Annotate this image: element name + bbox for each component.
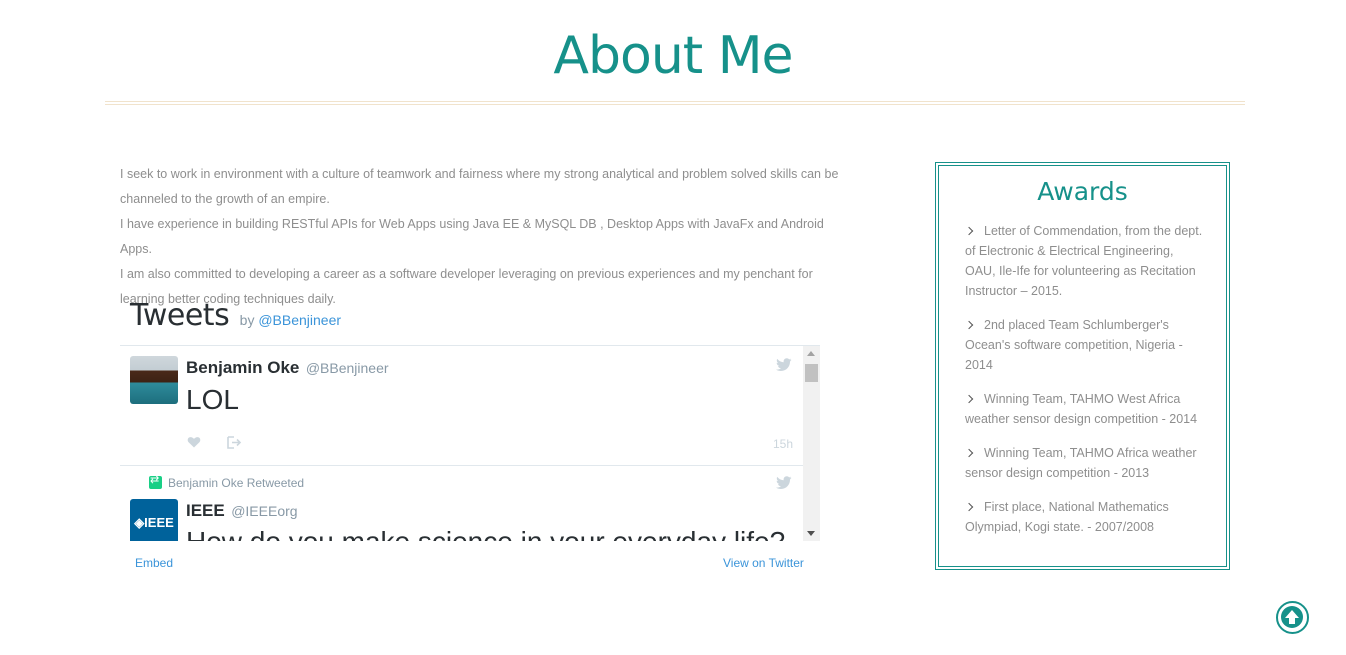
tweet-author[interactable]: IEEE @IEEEorg <box>186 501 298 521</box>
retweet-label[interactable]: Benjamin Oke Retweeted <box>168 476 304 490</box>
award-item: Letter of Commendation, from the dept. o… <box>964 221 1205 301</box>
tweet-text: How do you make science in your everyday… <box>186 526 785 541</box>
embed-link[interactable]: Embed <box>135 556 173 570</box>
scrollbar-thumb[interactable] <box>805 364 818 382</box>
author-name[interactable]: IEEE <box>186 501 225 520</box>
chevron-right-icon <box>964 394 974 404</box>
tweet-timestamp[interactable]: 15h <box>773 437 793 451</box>
heart-icon[interactable] <box>187 435 201 449</box>
timeline-scrollbar[interactable] <box>803 346 820 541</box>
tweets-handle-link[interactable]: @BBenjineer <box>258 312 341 328</box>
tweet-author[interactable]: Benjamin Oke @BBenjineer <box>186 358 389 378</box>
scroll-down-arrow-icon[interactable] <box>807 531 815 536</box>
retweet-icon <box>149 473 162 489</box>
view-on-twitter-link[interactable]: View on Twitter <box>723 556 804 570</box>
award-text: Winning Team, TAHMO Africa weather senso… <box>965 446 1197 480</box>
award-list: Letter of Commendation, from the dept. o… <box>964 221 1205 551</box>
twitter-bird-icon[interactable] <box>776 476 792 490</box>
tweets-header: Tweets by @BBenjineer <box>130 298 341 333</box>
about-line: I seek to work in environment with a cul… <box>120 167 839 206</box>
tweets-title: Tweets <box>130 298 230 333</box>
twitter-bird-icon[interactable] <box>776 358 792 372</box>
tweets-by-label: by <box>239 312 255 328</box>
award-item: 2nd placed Team Schlumberger's Ocean's s… <box>964 315 1205 375</box>
share-icon[interactable] <box>227 436 242 449</box>
chevron-right-icon <box>964 320 974 330</box>
author-handle[interactable]: @IEEEorg <box>231 503 297 519</box>
about-paragraph: I seek to work in environment with a cul… <box>120 162 850 312</box>
author-handle[interactable]: @BBenjineer <box>306 360 389 376</box>
award-text: First place, National Mathematics Olympi… <box>965 500 1169 534</box>
award-text: Letter of Commendation, from the dept. o… <box>965 224 1203 298</box>
award-item: Winning Team, TAHMO Africa weather senso… <box>964 443 1205 483</box>
about-line: I have experience in building RESTful AP… <box>120 217 824 256</box>
tweets-by: by @BBenjineer <box>240 312 341 328</box>
chevron-right-icon <box>964 502 974 512</box>
title-divider <box>105 104 1245 105</box>
award-text: 2nd placed Team Schlumberger's Ocean's s… <box>965 318 1183 372</box>
chevron-right-icon <box>964 448 974 458</box>
twitter-timeline[interactable]: Benjamin Oke @BBenjineer LOL 15h Benjami… <box>120 345 820 541</box>
awards-panel: Awards Letter of Commendation, from the … <box>935 162 1230 570</box>
award-item: First place, National Mathematics Olympi… <box>964 497 1205 537</box>
scroll-up-arrow-icon[interactable] <box>807 351 815 356</box>
chevron-right-icon <box>964 226 974 236</box>
awards-title: Awards <box>1037 177 1128 206</box>
title-divider <box>105 101 1245 102</box>
retweet-context[interactable]: Benjamin Oke Retweeted <box>149 473 304 490</box>
award-item: Winning Team, TAHMO West Africa weather … <box>964 389 1205 429</box>
avatar[interactable]: ◈IEEE <box>130 499 178 541</box>
arrow-up-icon[interactable] <box>1281 606 1303 628</box>
award-text: Winning Team, TAHMO West Africa weather … <box>965 392 1198 426</box>
tweet[interactable]: Benjamin Oke @BBenjineer LOL 15h <box>120 346 803 466</box>
back-to-top-button[interactable] <box>1276 601 1309 634</box>
author-name[interactable]: Benjamin Oke <box>186 358 299 377</box>
avatar[interactable] <box>130 356 178 404</box>
page-title: About Me <box>553 26 793 86</box>
tweet-text: LOL <box>186 384 239 415</box>
